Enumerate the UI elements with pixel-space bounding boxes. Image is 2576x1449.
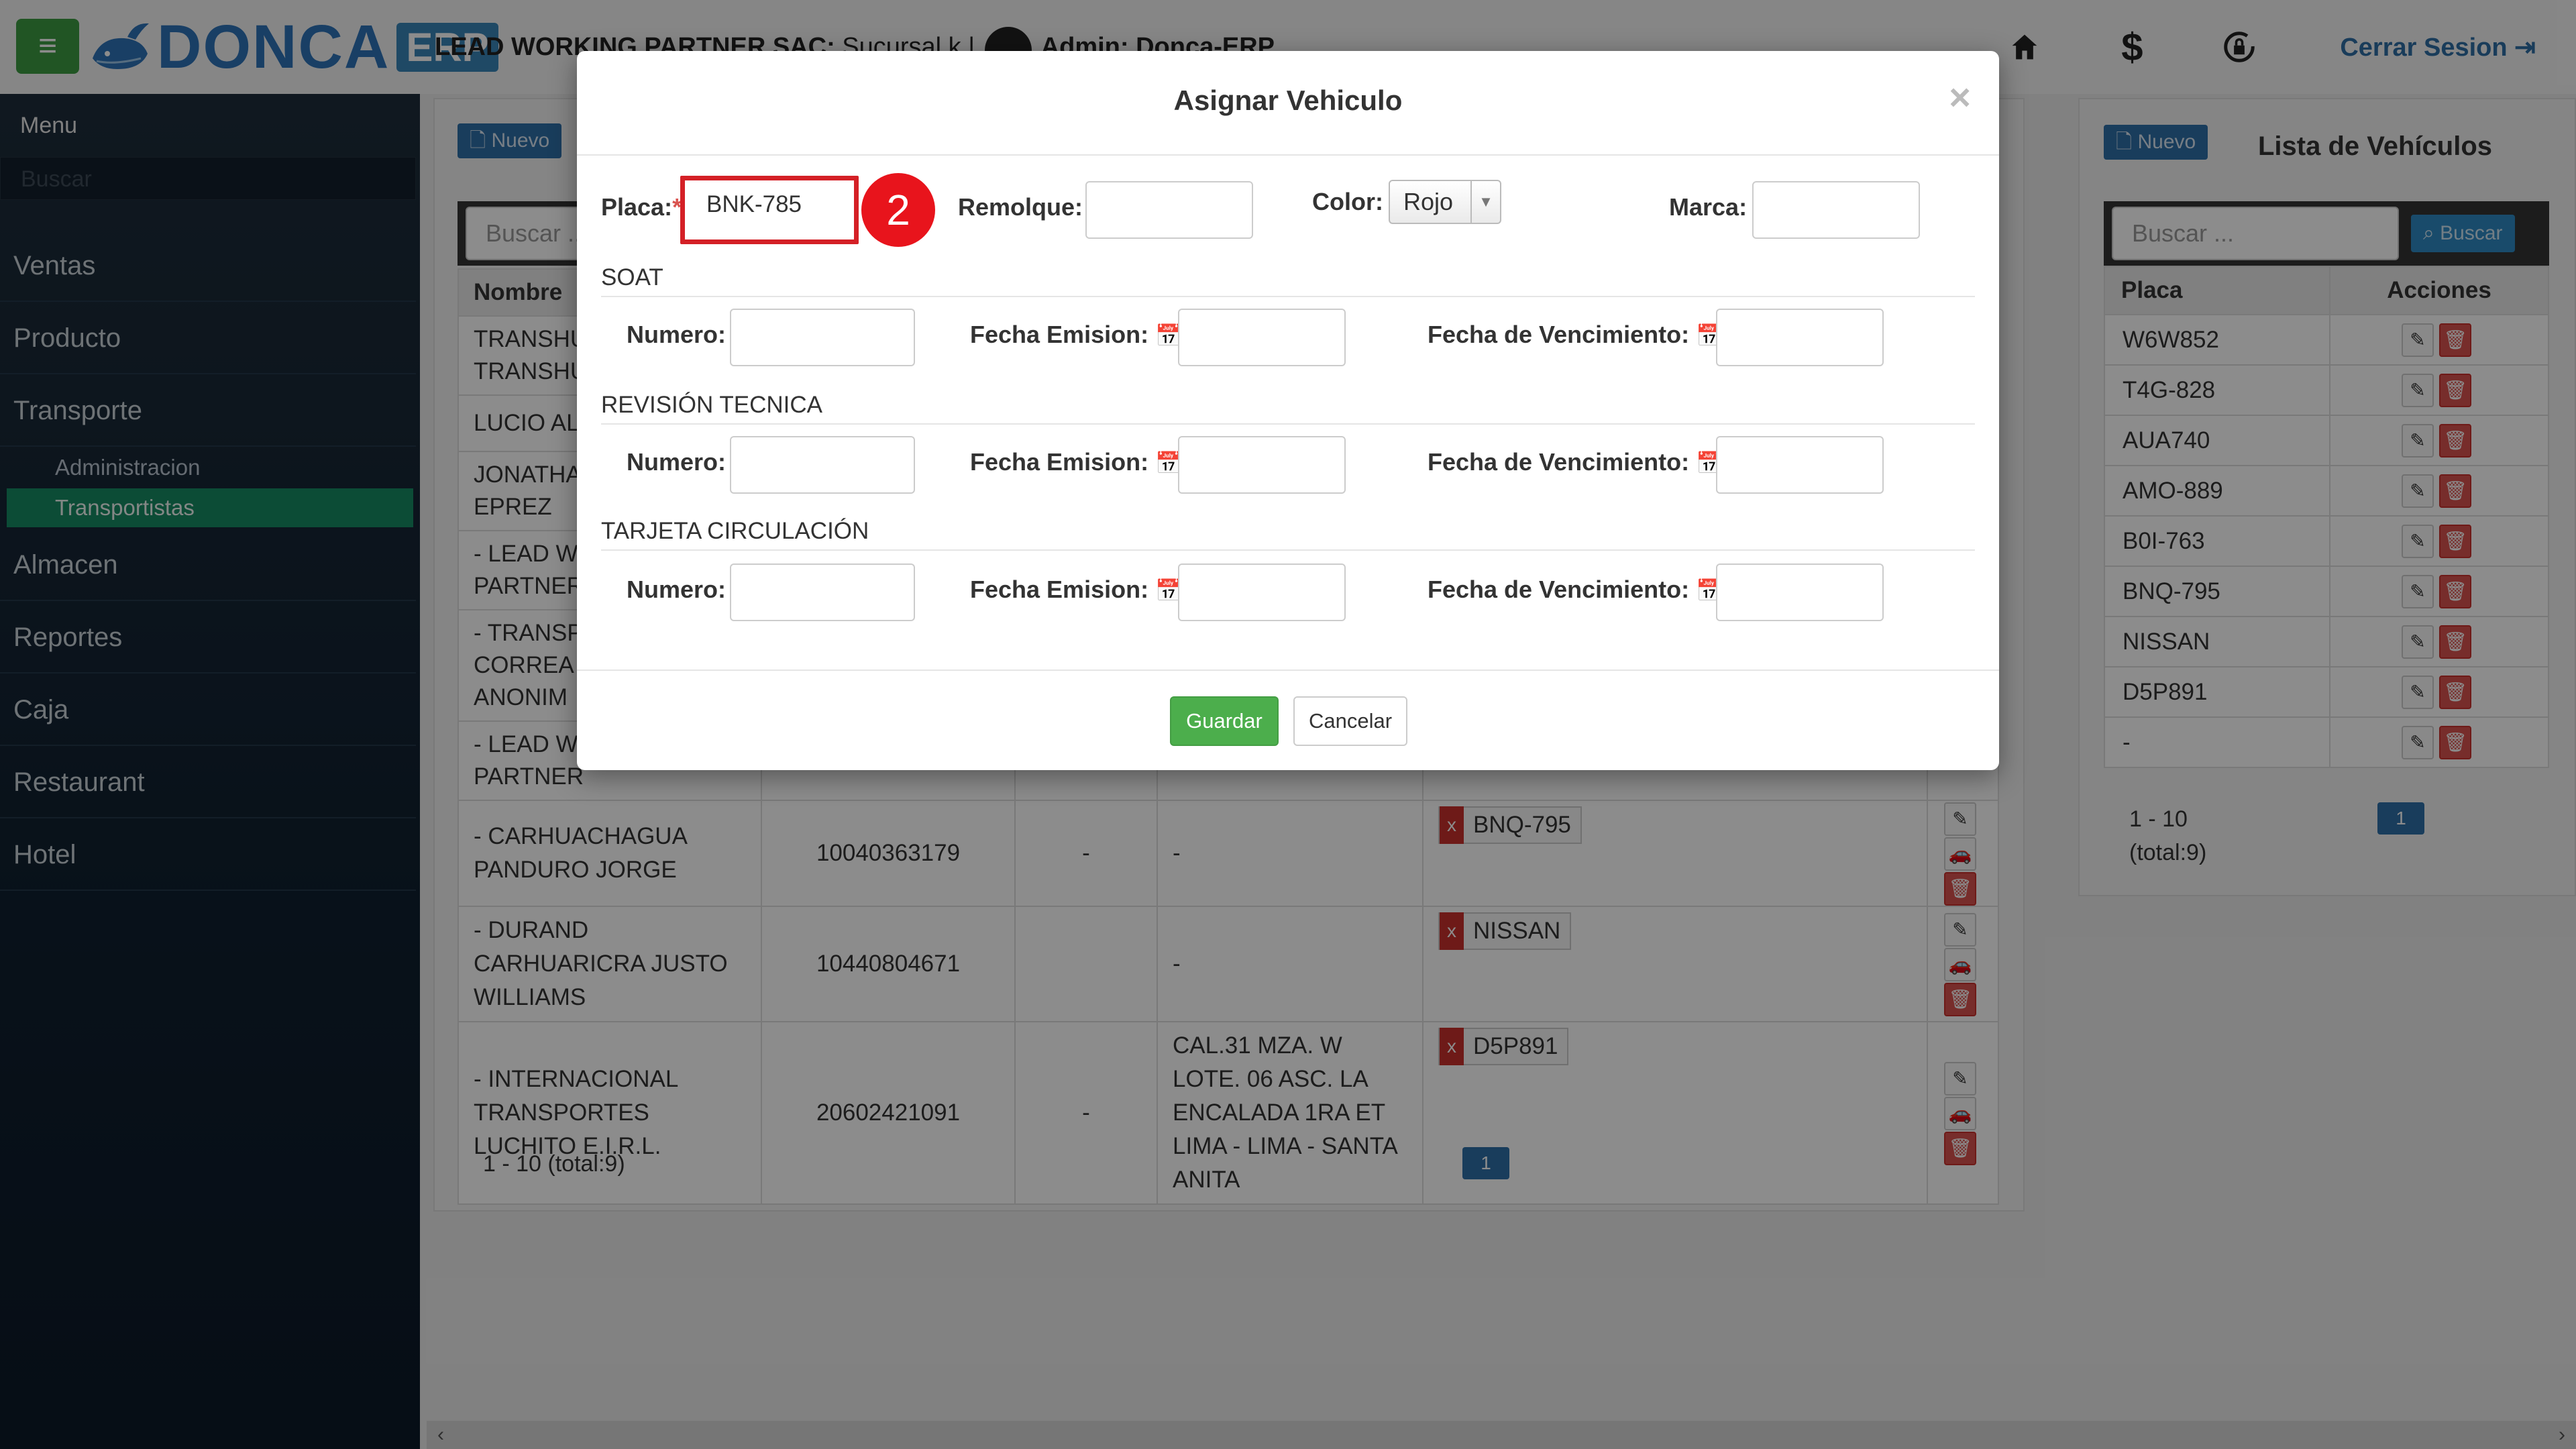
guardar-button[interactable]: Guardar (1170, 696, 1279, 746)
soat-numero-label: Numero: (627, 321, 727, 348)
soat-fecha-vencimiento-input[interactable] (1716, 309, 1884, 366)
revision-fecha-vencimiento-input[interactable] (1716, 436, 1884, 494)
tarjeta-fecha-vencimiento-input[interactable] (1716, 564, 1884, 621)
tarjeta-numero-input[interactable] (730, 564, 915, 621)
marca-label: Marca: (1669, 193, 1748, 221)
section-divider (601, 423, 1975, 425)
close-icon[interactable]: × (1949, 75, 1971, 119)
soat-numero-input[interactable] (730, 309, 915, 366)
tarjeta-fecha-vencimiento-label: Fecha de Vencimiento: 📅 (1428, 576, 1723, 603)
soat-fecha-emision-input[interactable] (1178, 309, 1346, 366)
section-divider (601, 549, 1975, 551)
revision-fecha-vencimiento-label: Fecha de Vencimiento: 📅 (1428, 448, 1723, 476)
section-title-soat: SOAT (601, 264, 663, 290)
tarjeta-numero-label: Numero: (627, 576, 727, 603)
soat-fecha-vencimiento-label: Fecha de Vencimiento: 📅 (1428, 321, 1723, 348)
remolque-input[interactable] (1085, 181, 1253, 239)
revision-fecha-emision-input[interactable] (1178, 436, 1346, 494)
section-title-tarjeta-circulacion: TARJETA CIRCULACIÓN (601, 518, 869, 544)
step-badge: 2 (861, 173, 935, 247)
asignar-vehiculo-modal: Asignar Vehiculo × Placa:* BNK-785 2 Rem… (577, 51, 1999, 770)
chevron-down-icon: ▼ (1470, 181, 1500, 223)
color-label: Color: (1312, 188, 1383, 215)
soat-fecha-emision-label: Fecha Emision: 📅 (970, 321, 1182, 348)
color-select[interactable]: Rojo ▼ (1389, 180, 1501, 224)
cancelar-button[interactable]: Cancelar (1293, 696, 1407, 746)
modal-title: Asignar Vehiculo (1173, 85, 1403, 116)
section-divider (601, 296, 1975, 297)
revision-numero-label: Numero: (627, 448, 727, 476)
section-title-revision-tecnica: REVISIÓN TECNICA (601, 392, 822, 418)
tarjeta-fecha-emision-label: Fecha Emision: 📅 (970, 576, 1182, 603)
marca-input[interactable] (1752, 181, 1920, 239)
modal-footer-divider (577, 669, 1999, 671)
placa-label: Placa:* (601, 193, 682, 221)
modal-header: Asignar Vehiculo × (577, 51, 1999, 156)
placa-input[interactable]: BNK-785 (680, 176, 859, 244)
tarjeta-fecha-emision-input[interactable] (1178, 564, 1346, 621)
revision-numero-input[interactable] (730, 436, 915, 494)
remolque-label: Remolque: (958, 193, 1083, 221)
revision-fecha-emision-label: Fecha Emision: 📅 (970, 448, 1182, 476)
